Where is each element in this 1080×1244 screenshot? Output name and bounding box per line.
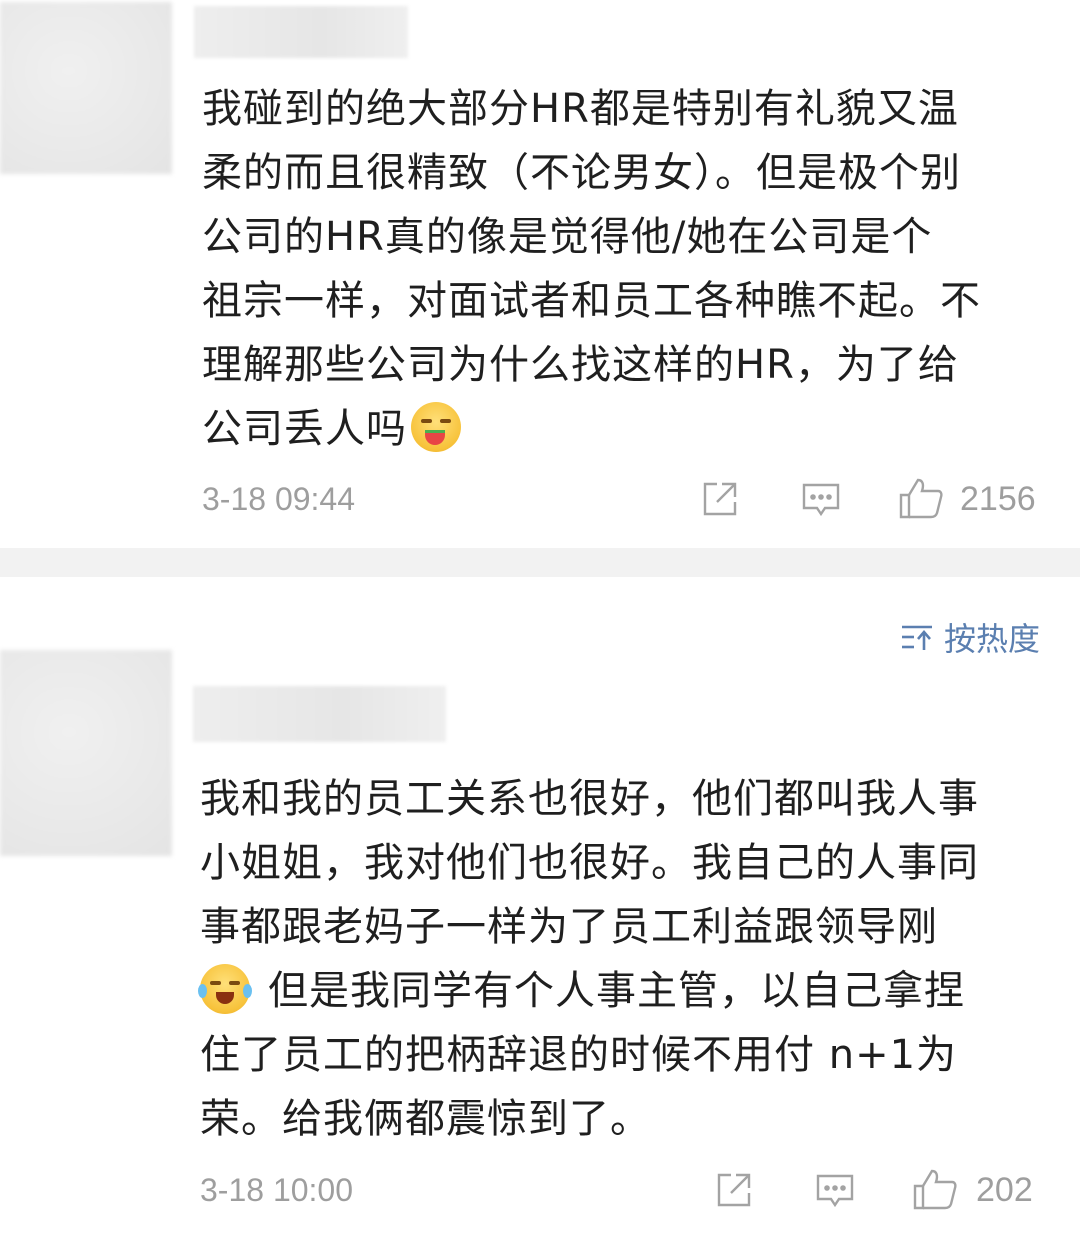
username-redacted[interactable] [194, 6, 408, 58]
comment-meta: 3-18 09:44 2156 [0, 474, 1080, 524]
share-icon[interactable] [714, 1170, 754, 1210]
comment-line-with-emoji: 但是我同学有个人事主管，以自己拿捏 [198, 959, 1050, 1023]
watermelon-face-emoji [411, 402, 461, 452]
comment-line: 住了员工的把柄辞退的时候不用付 n+1为 [200, 1032, 958, 1078]
comment-line: 荣。给我俩都震惊到了。 [200, 1096, 651, 1142]
sort-icon [901, 625, 932, 650]
sort-label: 按热度 [943, 620, 1040, 658]
tears-of-joy-emoji [198, 964, 252, 1014]
like-count: 202 [976, 1171, 1033, 1209]
comment-line: 我碰到的绝大部分HR都是特别有礼貌又温 [202, 86, 959, 132]
timestamp: 3-18 10:00 [200, 1172, 354, 1208]
comment-card: 我碰到的绝大部分HR都是特别有礼貌又温 柔的而且很精致（不论男女）。但是极个别 … [0, 0, 1080, 548]
share-icon[interactable] [700, 479, 740, 519]
comment-line: 小姐姐，我对他们也很好。我自己的人事同 [200, 840, 979, 886]
comment-separator [0, 548, 1080, 577]
comment-line-text: 但是我同学有个人事主管，以自己拿捏 [268, 968, 965, 1014]
timestamp: 3-18 09:44 [202, 481, 356, 517]
comment-line: 柔的而且很精致（不论男女）。但是极个别 [202, 150, 961, 196]
comment-line: 事都跟老妈子一样为了员工利益跟领导刚 [200, 904, 938, 950]
comment-icon[interactable] [815, 1170, 855, 1210]
like-count: 2156 [960, 480, 1036, 518]
comment-line: 公司的HR真的像是觉得他/她在公司是个 [202, 214, 933, 260]
comment-line: 理解那些公司为什么找这样的HR，为了给 [202, 342, 959, 388]
thumbs-up-icon[interactable] [898, 478, 944, 519]
thumbs-up-icon[interactable] [912, 1169, 958, 1210]
comment-line-text: 公司丢人吗 [202, 406, 407, 452]
comment-card: 按热度 我和我的员工关系也很好，他们都叫我人事 小姐姐，我对他们也很好。我自己的… [0, 577, 1080, 1244]
avatar[interactable] [0, 650, 172, 856]
username-redacted[interactable] [193, 686, 446, 742]
comment-meta: 3-18 10:00 202 [0, 1165, 1080, 1215]
comment-icon[interactable] [801, 479, 841, 519]
comment-line: 祖宗一样，对面试者和员工各种瞧不起。不 [202, 278, 981, 324]
comment-line-last: 公司丢人吗 [202, 397, 1052, 461]
avatar[interactable] [0, 2, 172, 174]
sort-by-hot-button[interactable]: 按热度 [900, 615, 1040, 659]
comment-text: 我和我的员工关系也很好，他们都叫我人事 小姐姐，我对他们也很好。我自己的人事同 … [198, 767, 1050, 1151]
comment-text: 我碰到的绝大部分HR都是特别有礼貌又温 柔的而且很精致（不论男女）。但是极个别 … [202, 77, 1052, 461]
comment-line: 我和我的员工关系也很好，他们都叫我人事 [200, 776, 979, 822]
